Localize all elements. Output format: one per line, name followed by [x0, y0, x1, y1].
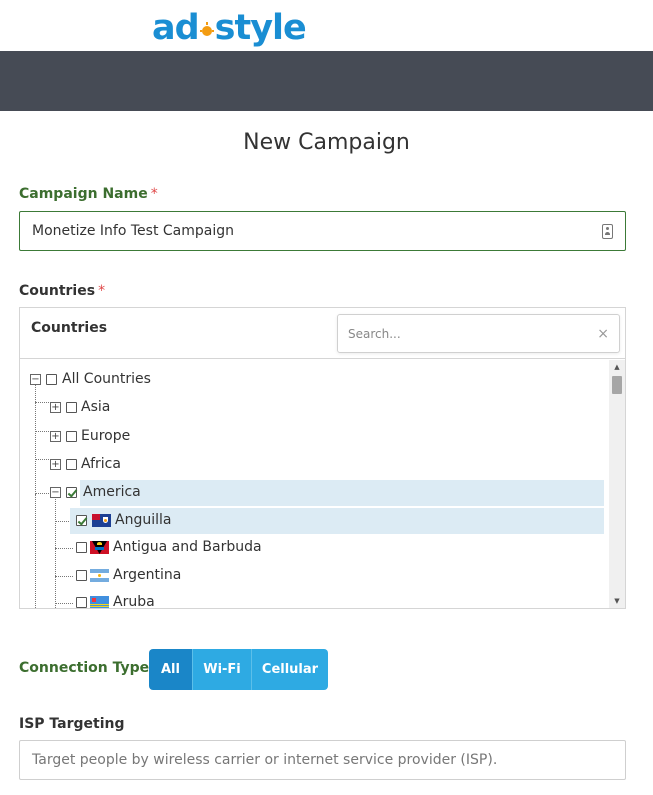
tree-item-aruba[interactable]: Aruba — [20, 590, 604, 608]
tree-item-anguilla[interactable]: Anguilla — [70, 508, 604, 534]
collapse-icon[interactable]: − — [50, 487, 61, 498]
isp-targeting-label: ISP Targeting — [19, 716, 125, 732]
checkbox-argentina[interactable] — [76, 570, 87, 581]
checkbox-asia[interactable] — [66, 402, 77, 413]
search-placeholder: Search... — [348, 326, 401, 341]
connection-type-label: Connection Type — [19, 660, 150, 676]
logo-text-right: style — [214, 8, 307, 48]
tree-item-asia[interactable]: + Asia — [20, 395, 604, 421]
expand-icon[interactable]: + — [50, 402, 61, 413]
aruba-flag — [90, 596, 109, 608]
scrollbar-thumb[interactable] — [612, 376, 622, 394]
required-mark: * — [150, 186, 158, 202]
expand-icon[interactable]: + — [50, 431, 61, 442]
antigua-flag — [90, 541, 109, 554]
tree-item-argentina[interactable]: Argentina — [20, 563, 604, 589]
tree-item-antigua-and-barbuda[interactable]: Antigua and Barbuda — [20, 535, 604, 561]
checkbox-antigua-and-barbuda[interactable] — [76, 542, 87, 553]
tree-item-label: Africa — [81, 456, 121, 472]
connection-type-toggle: All Wi-Fi Cellular — [149, 649, 328, 690]
checkbox-africa[interactable] — [66, 459, 77, 470]
page-title: New Campaign — [243, 130, 410, 155]
countries-tree: − All Countries + Asia + Europe + Africa… — [20, 360, 608, 608]
tree-item-label: America — [83, 484, 141, 500]
collapse-icon[interactable]: − — [30, 374, 41, 385]
argentina-flag — [90, 569, 109, 582]
anguilla-flag — [92, 514, 111, 527]
tree-item-label: Antigua and Barbuda — [113, 539, 262, 555]
countries-label: Countries * — [19, 283, 105, 299]
tree-item-label: Europe — [81, 428, 131, 444]
checkbox-aruba[interactable] — [76, 597, 87, 608]
isp-targeting-placeholder: Target people by wireless carrier or int… — [32, 752, 498, 768]
tree-item-europe[interactable]: + Europe — [20, 424, 604, 450]
tree-item-label: All Countries — [62, 371, 151, 387]
isp-targeting-input[interactable]: Target people by wireless carrier or int… — [19, 740, 626, 780]
checkbox-europe[interactable] — [66, 431, 77, 442]
clear-icon[interactable]: × — [597, 326, 609, 342]
checkbox-all-countries[interactable] — [46, 374, 57, 385]
countries-label-text: Countries — [19, 283, 96, 299]
adstyle-logo[interactable]: ad style — [152, 4, 307, 48]
campaign-name-input[interactable]: Monetize Info Test Campaign — [19, 211, 626, 251]
campaign-name-label-text: Campaign Name — [19, 186, 148, 202]
tree-item-all-countries[interactable]: − All Countries — [20, 367, 604, 393]
scroll-up-icon[interactable]: ▲ — [609, 360, 625, 374]
expand-icon[interactable]: + — [50, 459, 61, 470]
countries-panel-title: Countries — [31, 320, 108, 336]
tree-item-label: Argentina — [113, 567, 182, 583]
tree-item-america[interactable]: America — [80, 480, 604, 506]
campaign-name-value: Monetize Info Test Campaign — [32, 223, 234, 239]
sun-icon — [199, 22, 214, 46]
required-mark: * — [98, 283, 106, 299]
countries-search-input[interactable]: Search... × — [337, 314, 620, 353]
connection-option-wifi[interactable]: Wi-Fi — [192, 649, 251, 690]
checkbox-anguilla[interactable] — [76, 515, 87, 526]
connection-option-all[interactable]: All — [149, 649, 192, 690]
logo-text-left: ad — [152, 8, 200, 48]
campaign-name-label: Campaign Name * — [19, 186, 158, 202]
contact-card-icon[interactable] — [602, 223, 613, 239]
countries-picker: Countries Search... × − All Countries + … — [19, 307, 626, 609]
connection-option-cellular[interactable]: Cellular — [251, 649, 328, 690]
tree-item-label: Asia — [81, 399, 111, 415]
countries-picker-header: Countries Search... × — [20, 308, 625, 359]
tree-scrollbar[interactable]: ▲ ▼ — [609, 360, 625, 608]
checkbox-america[interactable] — [66, 487, 77, 498]
top-navbar — [0, 51, 653, 111]
tree-item-label: Anguilla — [115, 512, 172, 528]
tree-item-label: Aruba — [113, 594, 155, 608]
scroll-down-icon[interactable]: ▼ — [609, 594, 625, 608]
tree-guide-line — [35, 493, 49, 494]
tree-item-africa[interactable]: + Africa — [20, 452, 604, 478]
